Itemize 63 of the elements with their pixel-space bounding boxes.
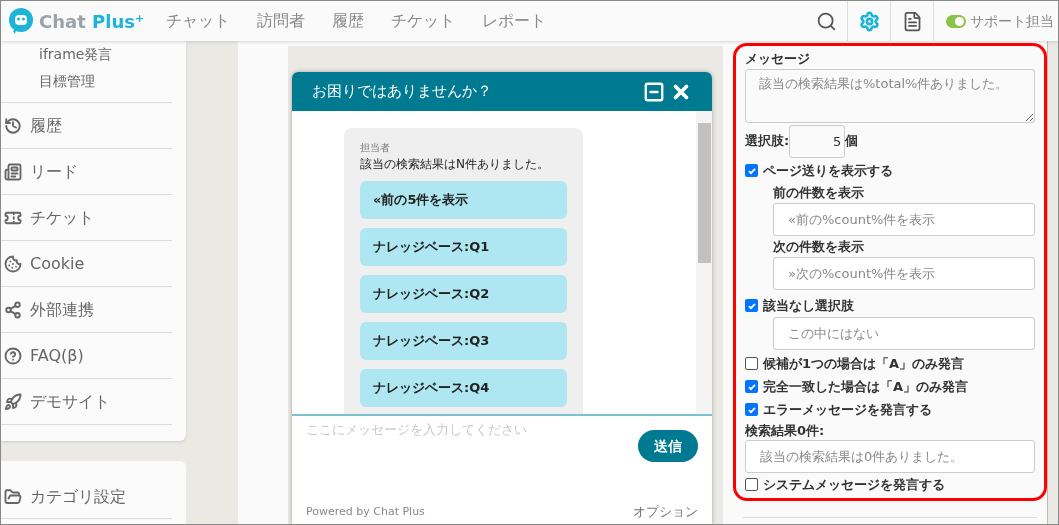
id-card-icon [4, 162, 22, 181]
share-icon [4, 300, 22, 319]
option-button[interactable]: ナレッジベース:Q3 [360, 322, 567, 360]
option-button[interactable]: ナレッジベース:Q2 [360, 275, 567, 313]
sidebar-item[interactable]: Cookie [1, 241, 172, 287]
sidebar-item[interactable]: 履歴 [1, 103, 172, 149]
sidebar-item[interactable]: デモサイト [1, 379, 172, 425]
send-button[interactable]: 送信 [638, 430, 698, 462]
text-field[interactable]: この中にはない [773, 317, 1035, 350]
checkbox[interactable] [745, 164, 758, 177]
sidebar-subitem[interactable]: iframe発言 [39, 44, 172, 65]
sidebar-subitem[interactable]: 目標管理 [39, 71, 172, 92]
search-icon[interactable] [815, 10, 837, 32]
checkbox[interactable] [745, 357, 758, 370]
checkbox[interactable] [745, 478, 758, 491]
chat-title: お困りではありませんか？ [312, 81, 492, 103]
toggle-label: サポート担当 [970, 11, 1054, 31]
option-link[interactable]: オプション [633, 503, 698, 520]
sidebar-item[interactable]: チケット [1, 195, 172, 241]
sidebar-item[interactable]: FAQ(β) [1, 333, 172, 379]
checkbox[interactable] [745, 380, 758, 393]
sidebar-item[interactable]: リード [1, 149, 172, 195]
text-field[interactable]: »次の%count%件を表示 [773, 257, 1035, 290]
toggle-switch[interactable] [946, 14, 966, 28]
text-field[interactable]: «前の%count%件を表示 [773, 203, 1035, 236]
sidebar-item[interactable]: 外部連携 [1, 287, 172, 333]
nav-link[interactable]: 履歴 [332, 9, 364, 33]
rocket-icon [4, 392, 22, 411]
field-label: 検索結果0件: [745, 422, 826, 440]
logo-text: Chat Plus$^{+}$ [39, 9, 145, 34]
checkbox-label: 完全一致した場合は「A」のみ発言 [763, 377, 969, 396]
checkbox-label: 候補が1つの場合は「A」のみ発言 [763, 354, 965, 373]
folder-icon [4, 487, 22, 506]
field-label: 次の件数を表示 [773, 238, 865, 256]
sidebar-item[interactable]: カテゴリ設定 [1, 475, 172, 519]
operator-label: 担当者 [360, 141, 391, 155]
checkbox-label: エラーメッセージを発言する [763, 400, 932, 419]
checkbox[interactable] [745, 299, 758, 312]
field-label: 選択肢: [745, 132, 790, 151]
unit-label: 個 [845, 132, 859, 151]
nav-link[interactable]: レポート [482, 9, 546, 33]
minimize-icon[interactable] [643, 80, 665, 103]
checkbox-label: ページ送りを表示する [763, 161, 893, 180]
nav-link[interactable]: チャット [166, 9, 230, 33]
nav-link[interactable]: 訪問者 [257, 9, 305, 33]
option-button[interactable]: ナレッジベース:Q1 [360, 228, 567, 266]
logo-icon [7, 7, 35, 35]
help-icon [4, 346, 22, 365]
message-field[interactable]: 該当の検索結果は%total%件ありました。 [745, 69, 1035, 123]
checkbox[interactable] [745, 403, 758, 416]
message-text: 該当の検索結果はN件ありました。 [360, 156, 550, 173]
nav-link[interactable]: チケット [391, 9, 455, 33]
cookie-icon [4, 254, 22, 273]
option-button[interactable]: ナレッジベース:Q4 [360, 369, 567, 407]
history-icon [4, 116, 22, 135]
powered-by-text: Powered by Chat Plus [306, 503, 425, 520]
field-label: メッセージ [745, 50, 811, 68]
text-field[interactable]: 該当の検索結果は0件ありました。 [745, 440, 1035, 473]
option-button[interactable]: «前の5件を表示 [360, 181, 567, 219]
checkbox-label: システムメッセージを発言する [763, 475, 945, 494]
number-field[interactable]: 5 [789, 124, 846, 158]
field-label: 前の件数を表示 [773, 184, 865, 202]
checkbox-label: 該当なし選択肢 [763, 296, 854, 315]
